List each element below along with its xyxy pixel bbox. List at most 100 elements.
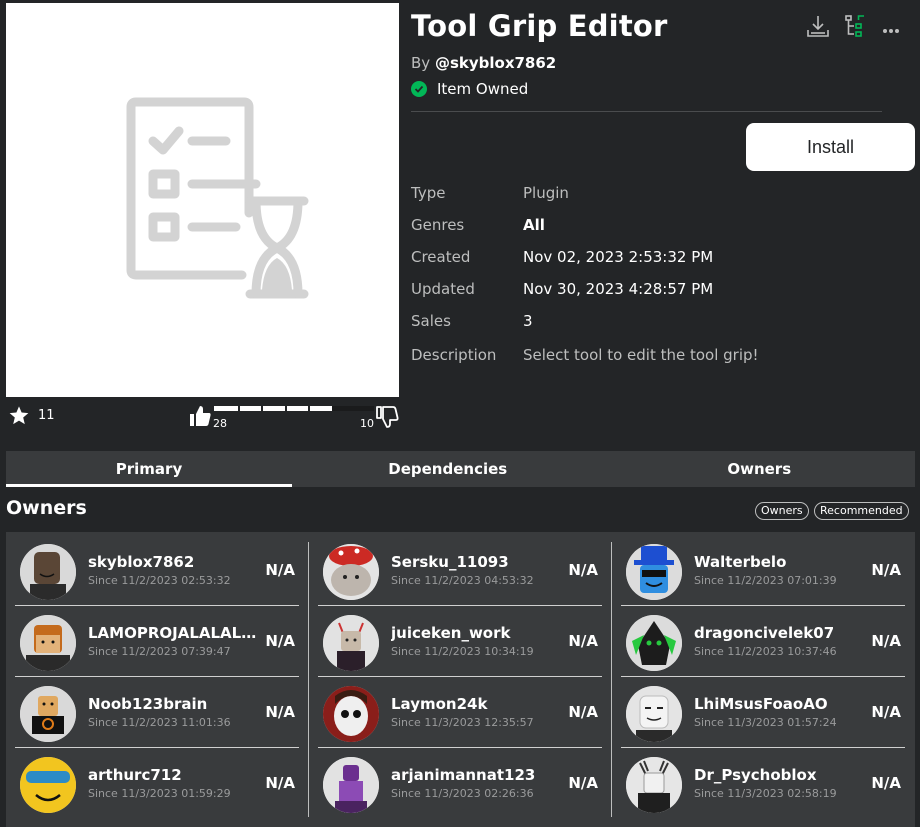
owners-grid: skyblox7862 Since 11/2/2023 02:53:32 N/A… [6, 532, 915, 827]
column-divider [308, 542, 309, 817]
creator-byline: By @skyblox7862 [411, 54, 556, 72]
checklist-hourglass-icon [126, 97, 309, 299]
owner-name[interactable]: skyblox7862 [88, 553, 263, 571]
download-icon[interactable] [806, 14, 830, 42]
detail-value: Plugin [523, 184, 569, 202]
item-title: Tool Grip Editor [411, 9, 668, 43]
owner-card[interactable]: Laymon24k Since 11/3/2023 12:35:57 N/A [316, 674, 604, 748]
tab-dependencies[interactable]: Dependencies [292, 451, 604, 487]
thumbs-down-icon[interactable] [375, 404, 399, 432]
toolbar [806, 14, 900, 42]
detail-label: Genres [411, 216, 465, 234]
avatar[interactable] [626, 686, 682, 742]
owner-price: N/A [265, 561, 295, 579]
avatar[interactable] [626, 757, 682, 813]
filter-owners-button[interactable]: Owners [755, 502, 809, 520]
creator-link[interactable]: @skyblox7862 [435, 54, 556, 72]
owner-name[interactable]: Walterbelo [694, 553, 869, 571]
owner-name[interactable]: Noob123brain [88, 695, 263, 713]
detail-label: Updated [411, 280, 475, 298]
owner-card[interactable]: juiceken_work Since 11/2/2023 10:34:19 N… [316, 603, 604, 677]
check-circle-icon [411, 81, 427, 97]
owner-price: N/A [871, 703, 901, 721]
owner-card[interactable]: Walterbelo Since 11/2/2023 07:01:39 N/A [619, 532, 907, 606]
detail-row-sales: Sales 3 [411, 312, 533, 330]
owned-status: Item Owned [411, 80, 528, 98]
by-prefix: By [411, 54, 431, 72]
detail-label: Type [411, 184, 446, 202]
avatar[interactable] [20, 686, 76, 742]
avatar[interactable] [323, 757, 379, 813]
avatar[interactable] [20, 615, 76, 671]
owner-since: Since 11/2/2023 10:34:19 [391, 645, 534, 658]
install-button[interactable]: Install [746, 123, 915, 171]
tab-bar: Primary Dependencies Owners [6, 451, 915, 487]
detail-row-genres: Genres All [411, 216, 545, 234]
more-icon[interactable] [882, 19, 900, 38]
owner-price: N/A [568, 561, 598, 579]
owner-card[interactable]: arthurc712 Since 11/3/2023 01:59:29 N/A [13, 745, 301, 815]
vote-bar-gap [308, 406, 310, 411]
favorite-control[interactable]: 11 [8, 405, 55, 426]
owner-since: Since 11/3/2023 01:59:29 [88, 787, 231, 800]
owner-card[interactable]: dragoncivelek07 Since 11/2/2023 10:37:46… [619, 603, 907, 677]
detail-label: Description [411, 346, 497, 364]
tab-owners[interactable]: Owners [604, 451, 916, 487]
owner-since: Since 11/3/2023 12:35:57 [391, 716, 534, 729]
favorite-count: 11 [38, 408, 55, 423]
avatar[interactable] [323, 686, 379, 742]
vote-bar-gap [285, 406, 287, 411]
owner-price: N/A [871, 561, 901, 579]
avatar[interactable] [626, 544, 682, 600]
detail-value[interactable]: All [523, 216, 545, 234]
owner-price: N/A [871, 774, 901, 792]
divider [411, 111, 882, 112]
owner-card[interactable]: LAMOPROJALALALALA Since 11/2/2023 07:39:… [13, 603, 301, 677]
thumbs-up-icon[interactable] [188, 404, 212, 432]
detail-row-type: Type Plugin [411, 184, 569, 202]
owner-price: N/A [265, 632, 295, 650]
owner-card[interactable]: Dr_Psychoblox Since 11/3/2023 02:58:19 N… [619, 745, 907, 815]
filter-recommended-button[interactable]: Recommended [814, 502, 909, 520]
avatar[interactable] [20, 757, 76, 813]
detail-row-updated: Updated Nov 30, 2023 4:28:57 PM [411, 280, 713, 298]
detail-value: 3 [523, 312, 533, 330]
owner-since: Since 11/2/2023 07:01:39 [694, 574, 837, 587]
owner-card[interactable]: skyblox7862 Since 11/2/2023 02:53:32 N/A [13, 532, 301, 606]
star-icon[interactable] [8, 405, 30, 426]
vote-bar-gap [261, 406, 263, 411]
owner-name[interactable]: juiceken_work [391, 624, 566, 642]
owner-since: Since 11/3/2023 01:57:24 [694, 716, 837, 729]
downvote-count: 10 [360, 417, 374, 430]
owner-name[interactable]: Sersku_11093 [391, 553, 566, 571]
owner-name[interactable]: LhiMsusFoaoAO [694, 695, 869, 713]
owner-since: Since 11/2/2023 04:53:32 [391, 574, 534, 587]
owner-price: N/A [568, 774, 598, 792]
owner-name[interactable]: Dr_Psychoblox [694, 766, 869, 784]
avatar[interactable] [20, 544, 76, 600]
owner-price: N/A [265, 703, 295, 721]
owners-heading: Owners [6, 497, 87, 519]
owner-name[interactable]: dragoncivelek07 [694, 624, 869, 642]
owner-name[interactable]: LAMOPROJALALALALA [88, 624, 263, 642]
owner-name[interactable]: arthurc712 [88, 766, 263, 784]
owner-card[interactable]: Sersku_11093 Since 11/2/2023 04:53:32 N/… [316, 532, 604, 606]
hierarchy-icon[interactable] [844, 14, 868, 42]
vote-ratio-down [332, 406, 374, 411]
detail-value: Select tool to edit the tool grip! [523, 346, 759, 364]
vote-bar-gap [238, 406, 240, 411]
avatar[interactable] [626, 615, 682, 671]
owner-name[interactable]: arjanimannat123 [391, 766, 566, 784]
owner-name[interactable]: Laymon24k [391, 695, 566, 713]
vote-ratio-bar [214, 406, 374, 411]
owner-since: Since 11/3/2023 02:26:36 [391, 787, 534, 800]
detail-row-description: Description Select tool to edit the tool… [411, 346, 759, 364]
owner-card[interactable]: arjanimannat123 Since 11/3/2023 02:26:36… [316, 745, 604, 815]
avatar[interactable] [323, 615, 379, 671]
avatar[interactable] [323, 544, 379, 600]
owner-price: N/A [265, 774, 295, 792]
tab-primary[interactable]: Primary [6, 451, 292, 487]
owned-label: Item Owned [437, 80, 529, 98]
owner-card[interactable]: Noob123brain Since 11/2/2023 11:01:36 N/… [13, 674, 301, 748]
owner-card[interactable]: LhiMsusFoaoAO Since 11/3/2023 01:57:24 N… [619, 674, 907, 748]
